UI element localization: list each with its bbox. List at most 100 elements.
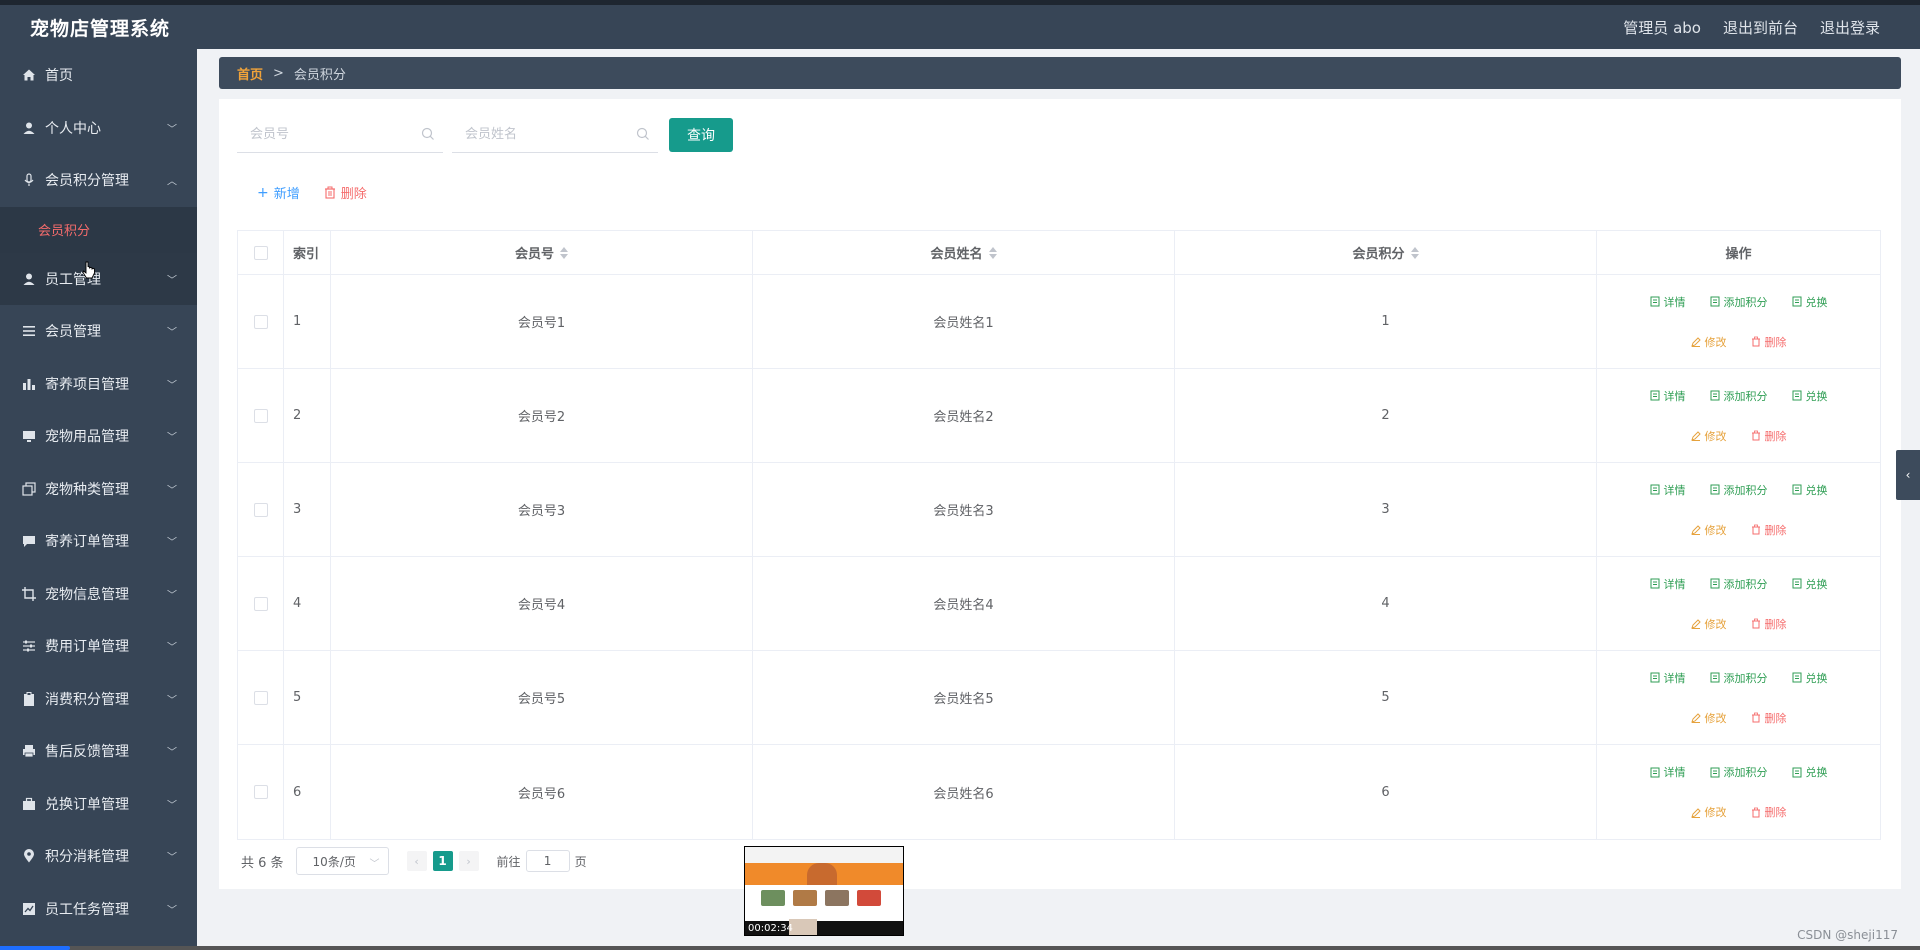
exchange-button[interactable]: 兑换: [1792, 576, 1828, 592]
detail-button[interactable]: 详情: [1650, 388, 1686, 404]
batch-delete-button[interactable]: 删除: [324, 183, 367, 202]
chart-icon: [22, 902, 36, 916]
row-checkbox[interactable]: [253, 314, 268, 329]
detail-button[interactable]: 详情: [1650, 482, 1686, 498]
exchange-button[interactable]: 兑换: [1792, 482, 1828, 498]
header-member-no[interactable]: 会员号: [331, 231, 753, 274]
row-points: 3: [1175, 463, 1597, 556]
search-icon: [421, 127, 434, 140]
sidebar-item-fee-orders[interactable]: 费用订单管理 ﹀: [0, 620, 197, 673]
edit-icon: [1690, 807, 1701, 818]
row-checkbox[interactable]: [253, 408, 268, 423]
bar-chart-icon: [22, 377, 36, 391]
add-button[interactable]: + 新增: [257, 183, 300, 203]
exchange-button[interactable]: 兑换: [1792, 764, 1828, 780]
logout-link[interactable]: 退出登录: [1820, 17, 1880, 38]
row-checkbox-cell: [238, 557, 284, 650]
row-member-name: 会员姓名4: [753, 557, 1175, 650]
row-checkbox[interactable]: [253, 502, 268, 517]
sidebar-item-member-points[interactable]: 会员积分管理 ︿: [0, 154, 197, 207]
detail-button[interactable]: 详情: [1650, 670, 1686, 686]
goto-label: 前往: [496, 854, 521, 869]
sidebar-item-consumption-points[interactable]: 消费积分管理 ﹀: [0, 673, 197, 726]
add-points-button[interactable]: 添加积分: [1710, 294, 1768, 310]
op-label: 删除: [1764, 335, 1787, 349]
row-ops: 详情 添加积分 兑换修改 删除: [1597, 651, 1880, 744]
sidebar-item-members[interactable]: 会员管理 ﹀: [0, 305, 197, 358]
prev-page-button[interactable]: ‹: [406, 851, 427, 871]
chevron-down-icon: ﹀: [167, 380, 177, 392]
edit-button[interactable]: 修改: [1690, 616, 1727, 632]
add-points-button[interactable]: 添加积分: [1710, 482, 1768, 498]
sidebar-item-pet-types[interactable]: 宠物种类管理 ﹀: [0, 463, 197, 516]
member-name-input[interactable]: [452, 117, 622, 151]
header-points[interactable]: 会员积分: [1175, 231, 1597, 274]
message-icon: [22, 534, 36, 548]
header-member-name[interactable]: 会员姓名: [753, 231, 1175, 274]
chevron-down-icon: ﹀: [167, 800, 177, 812]
sidebar-item-pet-info[interactable]: 宠物信息管理 ﹀: [0, 568, 197, 621]
edit-button[interactable]: 修改: [1690, 428, 1727, 444]
edit-button[interactable]: 修改: [1690, 522, 1727, 538]
sidebar-item-exchange-orders[interactable]: 兑换订单管理 ﹀: [0, 778, 197, 831]
delete-button[interactable]: 删除: [1751, 804, 1787, 820]
exit-to-front-link[interactable]: 退出到前台: [1723, 17, 1798, 38]
op-label: 兑换: [1805, 577, 1828, 591]
table-row: 3 会员号3 会员姓名3 3 详情 添加积分 兑换 修改 删除: [238, 463, 1880, 557]
sidebar-item-label: 售后反馈管理: [45, 744, 129, 761]
sidebar-item-boarding-projects[interactable]: 寄养项目管理 ﹀: [0, 358, 197, 411]
add-points-button[interactable]: 添加积分: [1710, 764, 1768, 780]
add-points-button[interactable]: 添加积分: [1710, 388, 1768, 404]
briefcase-icon: [22, 797, 36, 811]
breadcrumb-home[interactable]: 首页: [237, 64, 263, 83]
detail-button[interactable]: 详情: [1650, 576, 1686, 592]
delete-button[interactable]: 删除: [1751, 616, 1787, 632]
select-all-checkbox[interactable]: [253, 245, 268, 260]
exchange-button[interactable]: 兑换: [1792, 388, 1828, 404]
header-checkbox-cell: [238, 231, 284, 274]
op-label: 详情: [1663, 389, 1686, 403]
edit-button[interactable]: 修改: [1690, 334, 1727, 350]
row-ops: 详情 添加积分 兑换修改 删除: [1597, 557, 1880, 650]
row-member-no: 会员号2: [331, 369, 753, 462]
delete-button[interactable]: 删除: [1751, 428, 1787, 444]
page-number-current[interactable]: 1: [432, 851, 453, 871]
sidebar-item-pet-supplies[interactable]: 宠物用品管理 ﹀: [0, 410, 197, 463]
delete-button[interactable]: 删除: [1751, 522, 1787, 538]
row-checkbox[interactable]: [253, 690, 268, 705]
exchange-button[interactable]: 兑换: [1792, 670, 1828, 686]
sidebar-item-after-sales[interactable]: 售后反馈管理 ﹀: [0, 725, 197, 778]
detail-button[interactable]: 详情: [1650, 764, 1686, 780]
document-icon: [1650, 484, 1660, 495]
delete-button[interactable]: 删除: [1751, 334, 1787, 350]
edit-button[interactable]: 修改: [1690, 804, 1727, 820]
collapse-panel-handle[interactable]: ‹: [1896, 450, 1920, 500]
op-label: 添加积分: [1723, 577, 1768, 591]
sort-icon[interactable]: [560, 246, 568, 259]
edit-button[interactable]: 修改: [1690, 710, 1727, 726]
next-page-button[interactable]: ›: [458, 851, 479, 871]
row-checkbox[interactable]: [253, 596, 268, 611]
delete-button[interactable]: 删除: [1751, 710, 1787, 726]
sidebar-item-boarding-orders[interactable]: 寄养订单管理 ﹀: [0, 515, 197, 568]
sort-icon[interactable]: [1410, 246, 1419, 259]
row-checkbox[interactable]: [253, 785, 268, 799]
goto-page-input[interactable]: [525, 850, 570, 872]
detail-button[interactable]: 详情: [1650, 294, 1686, 310]
sidebar-item-staff[interactable]: 员工管理 ﹀: [0, 252, 197, 305]
page-size-select[interactable]: 10条/页 ﹀: [295, 847, 389, 875]
sidebar-item-personal-center[interactable]: 个人中心 ﹀: [0, 102, 197, 155]
member-no-input[interactable]: [237, 117, 407, 151]
add-points-button[interactable]: 添加积分: [1710, 576, 1768, 592]
submenu-member-points[interactable]: 会员积分: [0, 206, 197, 253]
exchange-button[interactable]: 兑换: [1792, 294, 1828, 310]
header-links: 管理员 abo 退出到前台 退出登录: [1623, 17, 1880, 38]
sidebar-item-home[interactable]: 首页: [0, 49, 197, 102]
sort-icon[interactable]: [988, 246, 997, 259]
video-thumbnail[interactable]: 00:02:34: [744, 846, 904, 936]
sidebar-item-staff-tasks[interactable]: 员工任务管理 ﹀: [0, 883, 197, 936]
add-points-button[interactable]: 添加积分: [1710, 670, 1768, 686]
admin-user-label[interactable]: 管理员 abo: [1623, 17, 1701, 38]
query-button[interactable]: 查询: [669, 118, 733, 152]
sidebar-item-points-consumption[interactable]: 积分消耗管理 ﹀: [0, 830, 197, 883]
